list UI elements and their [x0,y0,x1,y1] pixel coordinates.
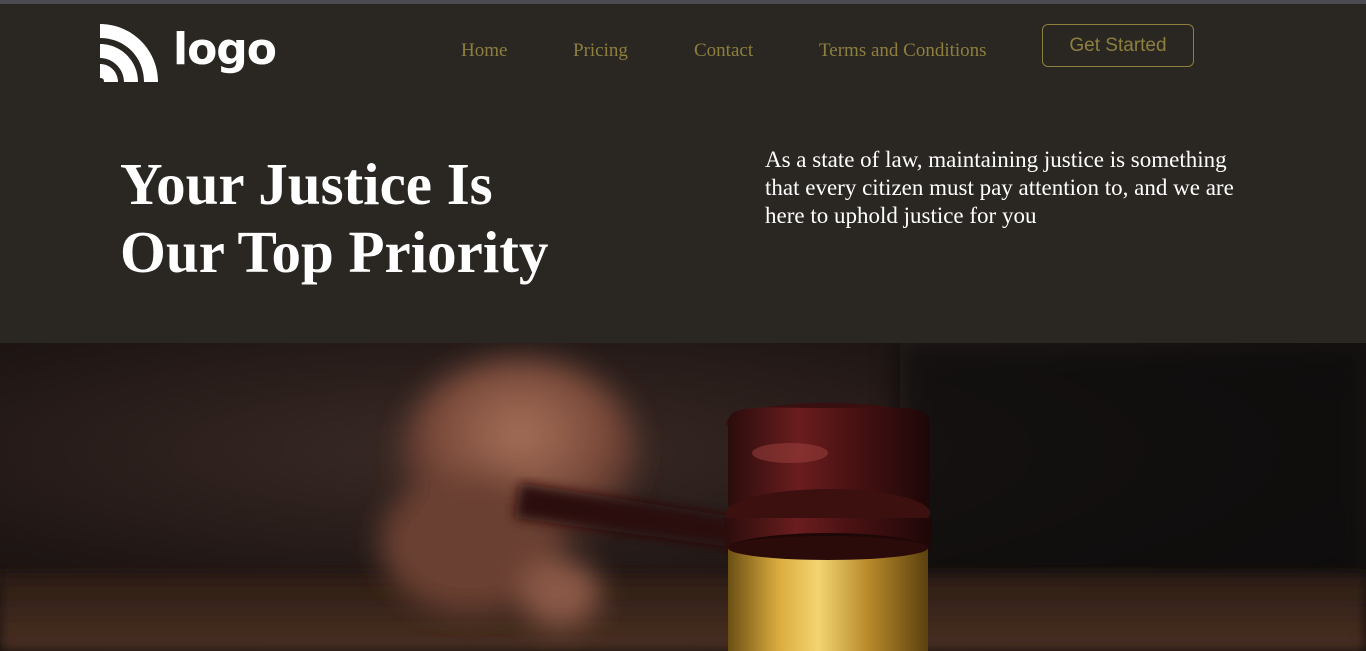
get-started-button[interactable]: Get Started [1042,24,1194,67]
hero-title-line2: Our Top Priority [120,219,549,285]
gavel-photo [0,343,1366,651]
logo-text: logo [173,23,277,75]
hero-title-line1: Your Justice Is [120,151,493,217]
signal-arcs-icon [100,24,158,82]
site-header: logo Home Pricing Contact Terms and Cond… [0,4,1366,343]
hero-title: Your Justice Is Our Top Priority [120,150,640,286]
page: logo Home Pricing Contact Terms and Cond… [0,0,1366,651]
nav-home[interactable]: Home [461,40,507,62]
hero-description: As a state of law, maintaining justice i… [765,147,1234,228]
nav-terms-and-conditions[interactable]: Terms and Conditions [819,40,987,62]
nav-pricing[interactable]: Pricing [573,40,628,62]
gavel-image [0,343,1366,651]
logo-link[interactable]: logo [100,23,277,82]
nav-contact[interactable]: Contact [694,40,753,62]
